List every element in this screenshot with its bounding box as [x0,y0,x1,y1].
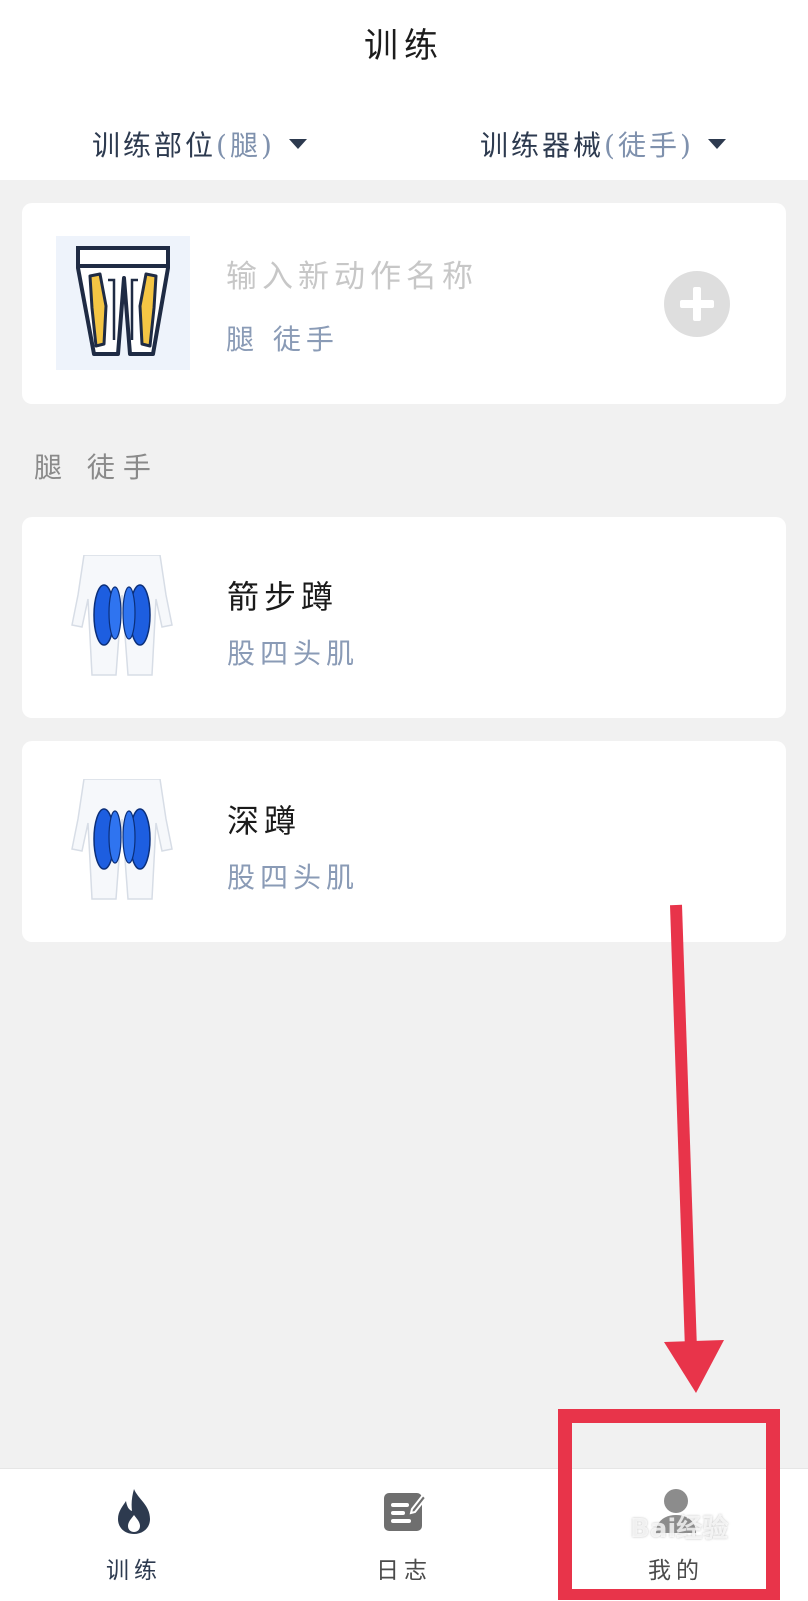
equipment-filter-value: (徒手) [604,129,694,162]
watermark: Bai经验 [630,1514,729,1544]
tab-training-label: 训练 [106,1558,162,1584]
annotation-arrow-shaft [670,904,697,1351]
tab-training[interactable]: 训练 [54,1469,214,1601]
quadriceps-icon [71,778,173,900]
add-action-button[interactable] [664,271,730,337]
exercise-name: 深蹲 [227,802,302,840]
tab-mine-label: 我的 [648,1558,704,1584]
exercise-muscle: 股四头肌 [227,637,360,670]
caret-down-icon [707,139,726,149]
exercise-muscle: 股四头肌 [227,861,360,894]
annotation-arrow-head [664,1340,724,1393]
equipment-filter[interactable]: 训练器械 (徒手) [480,124,726,164]
body-part-filter[interactable]: 训练部位 (腿) [92,124,307,164]
new-action-card: 输入新动作名称 腿 徒手 [22,203,786,404]
new-action-tags: 腿 徒手 [226,323,339,356]
legs-thumbnail [56,236,190,370]
exercise-card[interactable]: 箭步蹲 股四头肌 [22,517,786,718]
body-part-filter-label: 训练部位 [92,129,217,162]
legs-icon [76,246,170,356]
tab-log[interactable]: 日志 [324,1469,484,1601]
quadriceps-icon [71,554,173,676]
tab-log-label: 日志 [376,1558,432,1584]
section-label: 腿 徒手 [34,451,159,484]
caret-down-icon [288,139,307,149]
notepad-icon [384,1493,426,1531]
top-header: 训练 训练部位 (腿) 训练器械 (徒手) [0,0,808,180]
exercise-name: 箭步蹲 [227,578,339,616]
equipment-filter-label: 训练器械 [480,129,605,162]
body-part-filter-value: (腿) [216,129,275,162]
quadriceps-thumbnail [66,554,178,679]
exercise-card[interactable]: 深蹲 股四头肌 [22,741,786,942]
quadriceps-thumbnail [66,778,178,903]
flame-icon [118,1489,150,1534]
new-action-name-input[interactable]: 输入新动作名称 [226,251,478,296]
page-title: 训练 [364,26,444,66]
